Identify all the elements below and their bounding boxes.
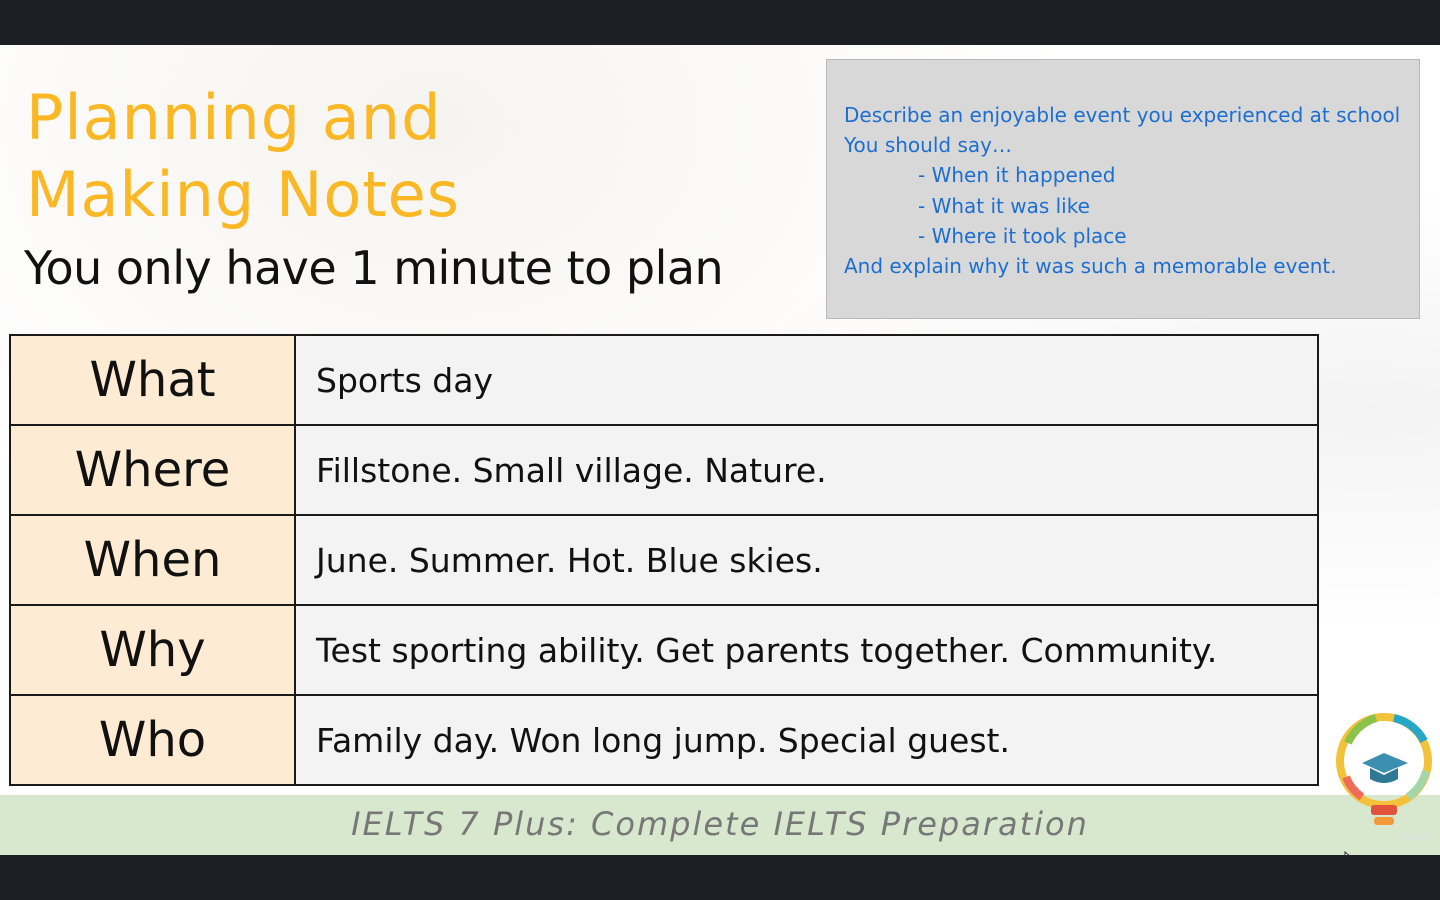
cue-card-bullet: - When it happened [918, 163, 1116, 188]
row-label: Why [9, 604, 296, 696]
slide-subtitle: You only have 1 minute to plan [24, 241, 724, 295]
table-row: Why Test sporting ability. Get parents t… [9, 604, 1319, 696]
course-title: IELTS 7 Plus: Complete IELTS Preparation [351, 805, 1089, 843]
cue-card-topic: Describe an enjoyable event you experien… [844, 103, 1401, 127]
row-label: What [9, 334, 296, 426]
slide-title: Planning and Making Notes [26, 79, 460, 233]
graduation-cap-lightbulb-logo-icon [1336, 713, 1432, 825]
mouse-cursor-icon [1344, 851, 1350, 855]
row-value: Fillstone. Small village. Nature. [294, 424, 1319, 516]
udemy-brand: Udemy [1398, 832, 1434, 843]
notes-table: What Sports day Where Fillstone. Small v… [9, 334, 1319, 786]
cue-card-bullet: - What it was like [918, 193, 1090, 218]
table-row: Who Family day. Won long jump. Special g… [9, 694, 1319, 786]
table-row: Where Fillstone. Small village. Nature. [9, 424, 1319, 516]
slide-title-line-1: Planning and [26, 81, 442, 154]
cue-card: Describe an enjoyable event you experien… [826, 59, 1420, 319]
table-row: What Sports day [9, 334, 1319, 426]
footer-bar: IELTS 7 Plus: Complete IELTS Preparation [0, 795, 1440, 855]
slide: Planning and Making Notes You only have … [0, 45, 1440, 855]
row-value: Test sporting ability. Get parents toget… [294, 604, 1319, 696]
row-value: Family day. Won long jump. Special guest… [294, 694, 1319, 786]
row-label: When [9, 514, 296, 606]
cue-card-closing: And explain why it was such a memorable … [844, 254, 1337, 279]
table-row: When June. Summer. Hot. Blue skies. [9, 514, 1319, 606]
row-value: Sports day [294, 334, 1319, 426]
cue-card-intro: You should say… [844, 133, 1012, 158]
cue-card-bullet: - Where it took place [918, 223, 1127, 248]
slide-title-line-2: Making Notes [26, 158, 461, 231]
row-label: Who [9, 694, 296, 786]
row-value: June. Summer. Hot. Blue skies. [294, 514, 1319, 606]
row-label: Where [9, 424, 296, 516]
